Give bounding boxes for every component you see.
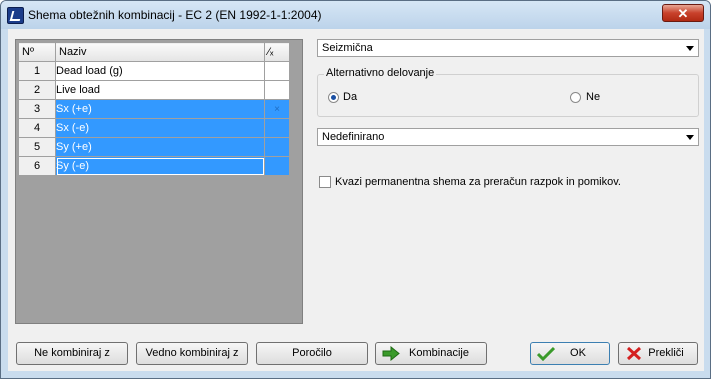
dialog-body: Nº Naziv ⁄ₓ 1 Dead load (g) 2 Live load …: [8, 29, 704, 371]
table-row[interactable]: 6 Sy (-e): [18, 156, 290, 176]
report-label: Poročilo: [292, 347, 332, 359]
window-title: Shema obtežnih kombinacij - EC 2 (EN 199…: [28, 8, 322, 22]
row-number: 1: [18, 61, 56, 81]
row-number: 5: [18, 137, 56, 157]
row-number: 4: [18, 118, 56, 138]
title-bar[interactable]: Shema obtežnih kombinacij - EC 2 (EN 199…: [1, 1, 710, 29]
type-dropdown[interactable]: Nedefinirano: [317, 128, 699, 146]
row-name[interactable]: Dead load (g): [55, 61, 265, 81]
row-exclude-cell[interactable]: ×: [264, 99, 290, 119]
header-name[interactable]: Naziv: [55, 42, 265, 62]
cancel-button[interactable]: Prekliči: [618, 342, 698, 365]
row-exclude-cell[interactable]: [264, 118, 290, 138]
radio-yes-label[interactable]: Da: [343, 91, 357, 103]
situation-value: Seizmična: [322, 42, 373, 54]
load-cases-grid: Nº Naziv ⁄ₓ 1 Dead load (g) 2 Live load …: [15, 39, 303, 324]
combinations-button[interactable]: Kombinacije: [375, 342, 487, 365]
row-number: 2: [18, 80, 56, 100]
radio-no[interactable]: [570, 92, 581, 103]
row-name[interactable]: Live load: [55, 80, 265, 100]
table-row[interactable]: 2 Live load: [18, 80, 290, 100]
combinations-label: Kombinacije: [409, 347, 469, 359]
row-number: 6: [18, 156, 56, 176]
alternative-action-label: Alternativno delovanje: [324, 67, 437, 79]
table-row[interactable]: 3 Sx (+e) ×: [18, 99, 290, 119]
arrow-right-icon: [382, 346, 400, 361]
radio-no-label[interactable]: Ne: [586, 91, 600, 103]
chevron-down-icon: [686, 135, 694, 140]
chevron-down-icon: [686, 46, 694, 51]
never-combine-label: Ne kombiniraj z: [34, 347, 110, 359]
alternative-action-group: Alternativno delovanje Da Ne: [317, 67, 699, 117]
always-combine-button[interactable]: Vedno kombiniraj z: [136, 342, 248, 365]
radio-yes[interactable]: [328, 92, 339, 103]
cancel-label: Prekliči: [648, 347, 684, 359]
row-exclude-cell[interactable]: [264, 156, 290, 176]
report-button[interactable]: Poročilo: [256, 342, 368, 365]
header-number[interactable]: Nº: [18, 42, 56, 62]
table-row[interactable]: 5 Sy (+e): [18, 137, 290, 157]
dialog-window: Shema obtežnih kombinacij - EC 2 (EN 199…: [0, 0, 711, 379]
row-name[interactable]: Sx (-e): [55, 118, 265, 138]
checkmark-icon: [537, 346, 555, 361]
row-name[interactable]: Sy (-e): [55, 156, 265, 176]
row-name[interactable]: Sx (+e): [55, 99, 265, 119]
never-combine-button[interactable]: Ne kombiniraj z: [16, 342, 128, 365]
ok-button[interactable]: OK: [530, 342, 610, 365]
table-row[interactable]: 4 Sx (-e): [18, 118, 290, 138]
app-icon: [7, 7, 24, 24]
quasi-permanent-checkbox[interactable]: [319, 176, 331, 188]
always-combine-label: Vedno kombiniraj z: [145, 347, 239, 359]
red-x-icon: [626, 346, 642, 361]
row-exclude-cell[interactable]: [264, 61, 290, 81]
header-exclude[interactable]: ⁄ₓ: [264, 42, 290, 62]
ok-label: OK: [570, 347, 586, 359]
situation-dropdown[interactable]: Seizmična: [317, 39, 699, 57]
row-exclude-cell[interactable]: [264, 137, 290, 157]
type-value: Nedefinirano: [322, 131, 385, 143]
load-cases-table: Nº Naziv ⁄ₓ 1 Dead load (g) 2 Live load …: [18, 42, 290, 176]
row-exclude-cell[interactable]: [264, 80, 290, 100]
row-number: 3: [18, 99, 56, 119]
quasi-permanent-label[interactable]: Kvazi permanentna shema za preračun razp…: [335, 176, 621, 188]
close-button[interactable]: ✕: [662, 4, 704, 22]
row-name[interactable]: Sy (+e): [55, 137, 265, 157]
table-row[interactable]: 1 Dead load (g): [18, 61, 290, 81]
grid-header-row: Nº Naziv ⁄ₓ: [18, 42, 290, 62]
